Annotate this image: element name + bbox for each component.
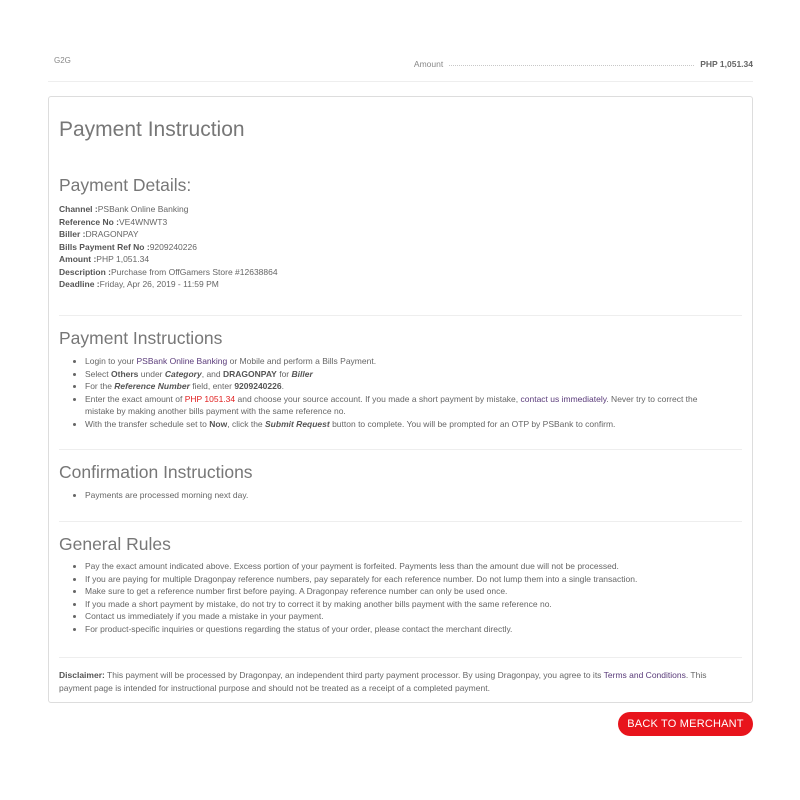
detail-row-bills-ref: Bills Payment Ref No :9209240226 — [59, 241, 278, 254]
detail-row-deadline: Deadline :Friday, Apr 26, 2019 - 11:59 P… — [59, 278, 278, 291]
amount-leader-dots — [449, 64, 695, 66]
detail-row-channel: Channel :PSBank Online Banking — [59, 203, 278, 216]
list-item: Contact us immediately if you made a mis… — [85, 610, 728, 623]
detail-key: Channel : — [59, 204, 98, 214]
amount-value: PHP 1,051.34 — [700, 59, 753, 69]
detail-key: Description : — [59, 266, 111, 277]
detail-value: PHP 1,051.34 — [96, 254, 150, 264]
detail-row-description: Description :Purchase from OffGamers Sto… — [59, 266, 278, 279]
divider — [59, 657, 742, 658]
list-item: Payments are processed morning next day. — [85, 489, 728, 502]
detail-row-reference: Reference No :VE4WNWT3 — [59, 216, 278, 229]
payment-instructions-title: Payment Instructions — [59, 328, 223, 348]
exact-amount: PHP 1051.34 — [184, 393, 236, 404]
confirmation-title: Confirmation Instructions — [59, 462, 253, 482]
list-item: Enter the exact amount of PHP 1051.34 an… — [85, 393, 728, 418]
detail-key: Deadline : — [59, 279, 100, 289]
list-item: With the transfer schedule set to Now, c… — [85, 418, 728, 431]
list-item: If you made a short payment by mistake, … — [85, 598, 728, 611]
header-bar: G2G Amount PHP 1,051.34 — [48, 52, 753, 82]
detail-key: Amount : — [59, 254, 97, 264]
divider — [59, 521, 742, 522]
psbank-online-banking-link[interactable]: PSBank Online Banking — [137, 356, 228, 366]
list-item: Pay the exact amount indicated above. Ex… — [85, 560, 728, 573]
instruction-card: Payment Instruction Payment Details: Cha… — [48, 96, 753, 703]
payment-instructions-list: Login to your PSBank Online Banking or M… — [75, 355, 728, 430]
detail-value: Friday, Apr 26, 2019 - 11:59 PM — [99, 279, 219, 289]
list-item: Login to your PSBank Online Banking or M… — [85, 355, 728, 368]
divider — [59, 315, 742, 316]
amount-label: Amount — [413, 59, 444, 69]
list-item: For product-specific inquiries or questi… — [85, 623, 728, 636]
list-item: If you are paying for multiple Dragonpay… — [85, 573, 728, 586]
merchant-name: G2G — [54, 56, 71, 65]
disclaimer-label: Disclaimer: — [59, 670, 105, 680]
detail-key: Biller : — [59, 229, 86, 239]
detail-key: Reference No : — [59, 216, 119, 227]
detail-key: Bills Payment Ref No : — [59, 241, 150, 252]
page-title: Payment Instruction — [59, 118, 245, 141]
detail-value: Purchase from OffGamers Store #12638864 — [110, 266, 278, 277]
back-to-merchant-button[interactable]: BACK TO MERCHANT — [618, 712, 753, 736]
amount-summary: Amount PHP 1,051.34 — [414, 59, 753, 69]
disclaimer: Disclaimer: This payment will be process… — [59, 670, 707, 693]
payment-details-title: Payment Details: — [59, 175, 192, 195]
list-item: Select Others under Category, and DRAGON… — [85, 368, 728, 381]
list-item: Make sure to get a reference number firs… — [85, 585, 728, 598]
detail-value: PSBank Online Banking — [97, 204, 189, 214]
detail-row-amount: Amount :PHP 1,051.34 — [59, 253, 278, 266]
list-item: For the Reference Number field, enter 92… — [85, 380, 728, 393]
detail-row-biller: Biller :DRAGONPAY — [59, 228, 278, 241]
contact-us-link[interactable]: contact us immediately — [521, 394, 607, 404]
payment-details-list: Channel :PSBank Online Banking Reference… — [59, 203, 278, 291]
general-rules-title: General Rules — [59, 534, 171, 554]
terms-and-conditions-link[interactable]: Terms and Conditions — [604, 670, 686, 680]
detail-value: VE4WNWT3 — [119, 216, 168, 227]
general-rules-list: Pay the exact amount indicated above. Ex… — [75, 560, 728, 635]
detail-value: DRAGONPAY — [85, 229, 139, 239]
detail-value: 9209240226 — [149, 241, 197, 252]
confirmation-list: Payments are processed morning next day. — [75, 489, 728, 502]
divider — [59, 449, 742, 450]
